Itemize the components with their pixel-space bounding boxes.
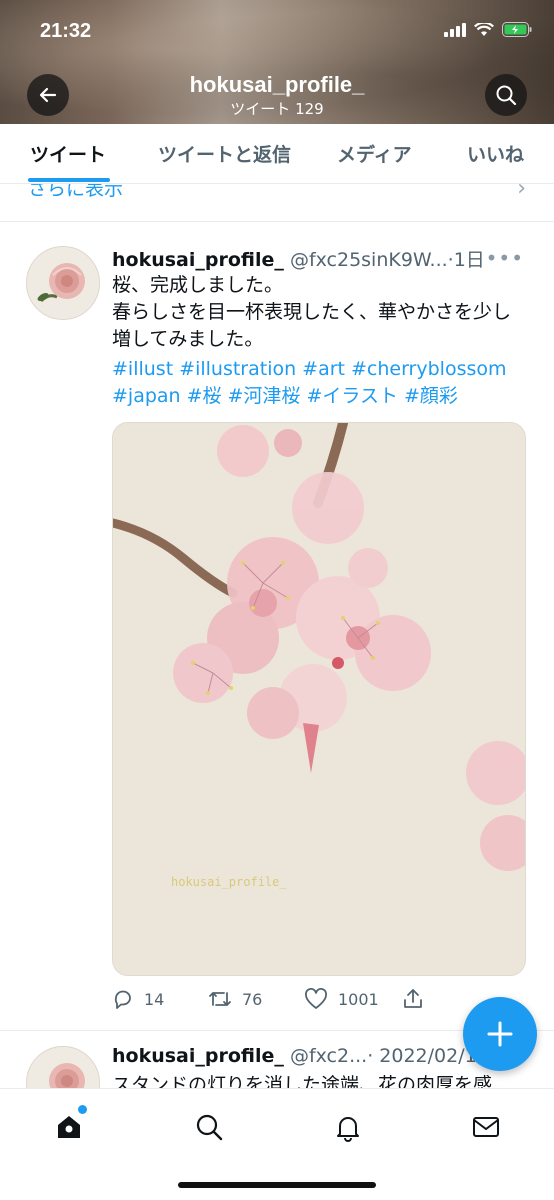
chevron-right-icon: › [517,184,526,201]
heart-icon [305,988,327,1009]
plus-icon [487,1021,513,1047]
notification-dot [78,1105,87,1114]
search-icon [496,85,517,106]
tab-notifications[interactable] [328,1107,368,1147]
tweet-header: hokusai_profile_ @fxc2...· 2022/02/1 [112,1045,482,1073]
tweet-author-handle: @fxc25sinK9W... [289,249,448,271]
wifi-icon [474,22,494,37]
tweet-actions: 14 76 1001 [112,988,532,1014]
hashtag-link[interactable]: #illustration [179,358,296,380]
tab-likes[interactable]: いいね [467,140,524,167]
retweet-count: 76 [242,989,263,1009]
tweet-time: ·1日 [447,249,485,271]
like-button[interactable]: 1001 [304,988,379,1010]
bell-icon [337,1117,359,1142]
tab-home[interactable] [49,1105,89,1147]
profile-tweet-count: ツイート 129 [230,100,324,118]
profile-title: hokusai_profile_ [189,72,365,97]
tweet-image-cherry-blossom[interactable]: hokusai_profile_ [112,422,526,976]
search-icon [196,1114,223,1141]
profile-header: 21:32 hokusai_profile_ ツイート 129 [0,0,554,124]
compose-tweet-button[interactable] [463,997,537,1071]
reply-button[interactable]: 14 [112,988,164,1010]
hashtag-link[interactable]: #illust [112,358,173,380]
reply-count: 14 [144,989,165,1009]
status-time: 21:32 [40,20,92,42]
retweet-icon [209,992,231,1006]
cherry-blossom-painting [113,423,525,975]
hashtag-link[interactable]: #桜 [187,385,222,407]
retweet-button[interactable]: 76 [208,988,262,1010]
show-more-row[interactable]: さらに表示 › [0,184,554,222]
tab-tweets[interactable]: ツイート [30,140,106,167]
tweet-author-name[interactable]: hokusai_profile_ [112,249,284,271]
tweet-text-line: 桜、完成しました。 [112,274,284,296]
tweet-header: hokusai_profile_ @fxc25sinK9W...·1日 [112,245,532,273]
home-icon [58,1116,80,1138]
tweet-author-handle: @fxc2... [289,1045,368,1067]
tweet-hashtags: #illust #illustration #art #cherryblossom #… [112,356,522,410]
reply-icon [114,990,131,1009]
hashtag-link[interactable]: #顔彩 [404,385,458,407]
cellular-signal-icon [444,22,466,37]
like-count: 1001 [338,989,379,1009]
tweet-text-line: 春らしさを目一杯表現したく、華やかさを少し増してみました。 [112,301,512,350]
tab-explore[interactable] [189,1107,229,1147]
hashtag-link[interactable]: #art [302,358,345,380]
tweet-text: スタンドの灯りを消した途端、花の肉厚を感 [112,1074,493,1088]
envelope-icon [473,1117,499,1137]
hashtag-link[interactable]: #japan [112,385,181,407]
tab-messages[interactable] [466,1107,506,1147]
show-more-link[interactable]: さらに表示 [28,184,123,201]
active-tab-indicator [28,178,110,182]
battery-charging-icon [502,22,532,37]
avatar[interactable] [26,246,100,320]
tab-tweets-and-replies[interactable]: ツイートと返信 [158,140,291,167]
hashtag-link[interactable]: #イラスト [306,385,398,407]
tab-media[interactable]: メディア [337,140,412,167]
hashtag-link[interactable]: #cherryblossom [351,358,507,380]
tweet-time: · 2022/02/1 [367,1045,477,1067]
search-button[interactable] [485,74,527,116]
hashtag-link[interactable]: #河津桜 [228,385,301,407]
tweet-author-name[interactable]: hokusai_profile_ [112,1045,284,1067]
image-watermark: hokusai_profile_ [171,875,287,889]
share-button[interactable] [402,988,424,1010]
profile-tabs: ツイート ツイートと返信 メディア いいね [0,124,554,184]
status-icons [444,22,532,37]
share-icon [404,989,422,1008]
more-options-icon[interactable]: ••• [486,246,524,270]
tweet-text: 桜、完成しました。 春らしさを目一杯表現したく、華やかさを少し増してみました。 [112,272,522,353]
home-indicator [178,1182,376,1188]
